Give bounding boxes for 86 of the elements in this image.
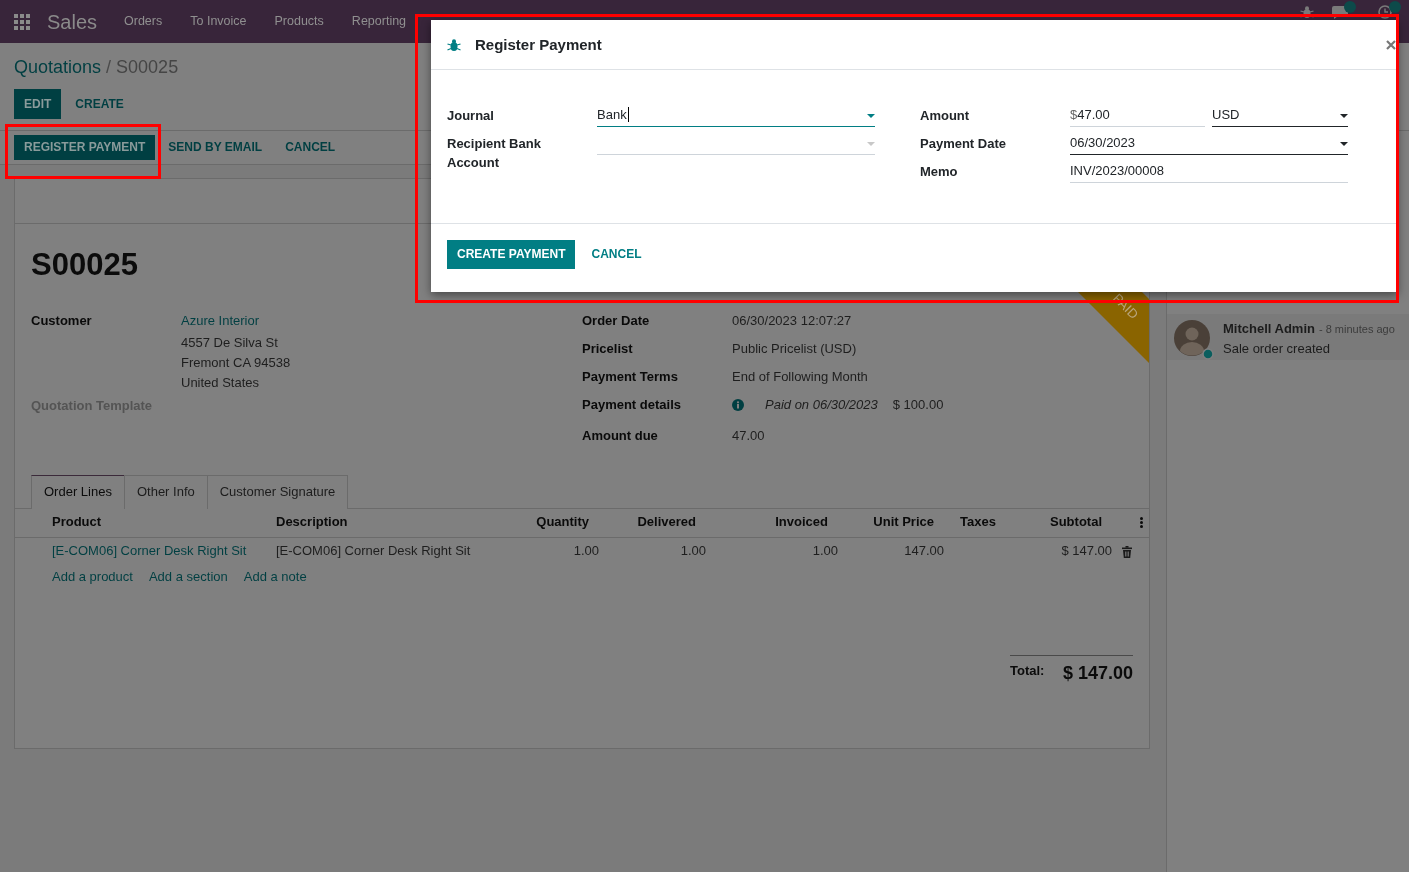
column-menu-icon[interactable] <box>1140 517 1143 529</box>
column-header[interactable]: Unit Price <box>846 509 952 538</box>
product-link[interactable]: [E-COM06] Corner Desk Right Sit <box>52 543 247 558</box>
text-field[interactable]: INV/2023/00008 <box>1070 160 1348 183</box>
add-line-link[interactable]: Add a section <box>148 567 228 587</box>
text-cursor-icon <box>627 107 629 122</box>
create-button[interactable]: CREATE <box>65 89 134 119</box>
column-header[interactable]: Product <box>15 509 268 538</box>
address-line: 4557 De Silva St <box>181 334 279 352</box>
field-value: 47.00 <box>732 427 765 445</box>
payment-note: Paid on 06/30/2023 <box>765 396 878 414</box>
address-line: United States <box>181 374 261 392</box>
select-field[interactable]: Bank <box>597 104 875 127</box>
notification-badge-icon <box>1389 1 1401 13</box>
column-header[interactable]: Subtotal <box>1039 509 1120 538</box>
table-cell: 1.00 <box>509 537 607 564</box>
field-value: Public Pricelist (USD) <box>732 340 857 358</box>
field-label: Amount <box>920 107 971 125</box>
app-name[interactable]: Sales <box>47 11 98 32</box>
field-label: Recipient Bank Account <box>447 135 542 172</box>
menu-item[interactable]: Orders <box>110 12 177 31</box>
add-line-link[interactable]: Add a product <box>52 567 133 587</box>
apps-menu-icon[interactable] <box>14 13 30 30</box>
message-time: - 8 minutes ago <box>1318 323 1395 335</box>
message-body: Sale order created <box>1223 340 1331 358</box>
menu-item[interactable]: Reporting <box>337 12 421 31</box>
field-label: Pricelist <box>582 340 634 358</box>
record-title: S00025 <box>31 246 138 284</box>
total-amount: $ 147.00 <box>1062 662 1133 685</box>
avatar-icon[interactable] <box>1174 320 1210 356</box>
date-field[interactable]: 06/30/2023 <box>1070 132 1348 155</box>
delete-icon[interactable] <box>1122 545 1132 558</box>
field-label: Customer <box>31 312 93 330</box>
create-payment-button[interactable]: CREATE PAYMENT <box>447 240 576 269</box>
field-label: Amount due <box>582 427 659 445</box>
customer-link[interactable]: Azure Interior <box>181 311 291 331</box>
add-line-link[interactable]: Add a note <box>243 567 307 587</box>
table-cell: 1.00 <box>607 537 714 564</box>
cancel-button[interactable]: CANCEL <box>581 240 652 269</box>
caret-icon <box>867 114 875 118</box>
tab[interactable]: Order Lines <box>31 475 125 509</box>
payment-amount: $ 100.00 <box>892 396 944 414</box>
field-label: Payment Date <box>920 135 1007 153</box>
column-header[interactable]: Quantity <box>509 509 607 538</box>
breadcrumb-separator: / <box>106 56 112 79</box>
bug-icon[interactable] <box>1300 5 1314 19</box>
breadcrumb-link[interactable]: Quotations <box>14 55 102 79</box>
caret-icon <box>1340 142 1348 146</box>
tab[interactable]: Other Info <box>123 475 208 509</box>
notification-badge-icon <box>1344 1 1356 13</box>
dialog-title: Register Payment <box>475 34 602 55</box>
menu-item[interactable]: Products <box>260 12 338 31</box>
close-button[interactable] <box>1386 39 1396 50</box>
table-cell: $ 147.00 <box>1039 537 1120 564</box>
bug-icon <box>447 37 461 52</box>
field-value: 06/30/2023 12:07:27 <box>732 312 852 330</box>
field-label: Order Date <box>582 312 651 330</box>
table-cell: 1.00 <box>714 537 846 564</box>
clock-icon[interactable] <box>1377 5 1393 19</box>
field-label: Payment Terms <box>582 368 679 386</box>
cancel-button[interactable]: CANCEL <box>275 135 346 160</box>
field-label: Journal <box>447 107 495 125</box>
column-header[interactable]: Description <box>268 509 509 538</box>
field-label: Payment details <box>582 396 682 414</box>
send-by-email-button[interactable]: SEND BY EMAIL <box>158 135 273 160</box>
column-header[interactable]: Invoiced <box>714 509 846 538</box>
close-icon <box>1386 39 1396 50</box>
tab[interactable]: Customer Signature <box>206 475 349 509</box>
table-cell: [E-COM06] Corner Desk Right Sit <box>268 537 509 564</box>
column-header[interactable]: Taxes <box>952 509 1039 538</box>
info-icon[interactable] <box>732 399 744 411</box>
author-name: Mitchell Admin <box>1223 321 1315 336</box>
menu-item[interactable]: To Invoice <box>176 12 261 31</box>
column-header[interactable]: Delivered <box>607 509 714 538</box>
caret-icon <box>1340 114 1348 118</box>
currency-select[interactable]: USD <box>1212 104 1348 127</box>
register-payment-button[interactable]: REGISTER PAYMENT <box>14 135 156 160</box>
field-value: End of Following Month <box>732 368 868 386</box>
table-cell: 147.00 <box>846 537 952 564</box>
edit-button[interactable]: EDIT <box>14 89 62 119</box>
caret-icon <box>867 142 875 146</box>
total-label: Total: <box>1010 662 1045 680</box>
breadcrumb-current: S00025 <box>116 56 179 79</box>
amount-field[interactable]: $47.00 <box>1070 104 1205 127</box>
field-label: Memo <box>920 163 959 181</box>
address-line: Fremont CA 94538 <box>181 354 291 372</box>
